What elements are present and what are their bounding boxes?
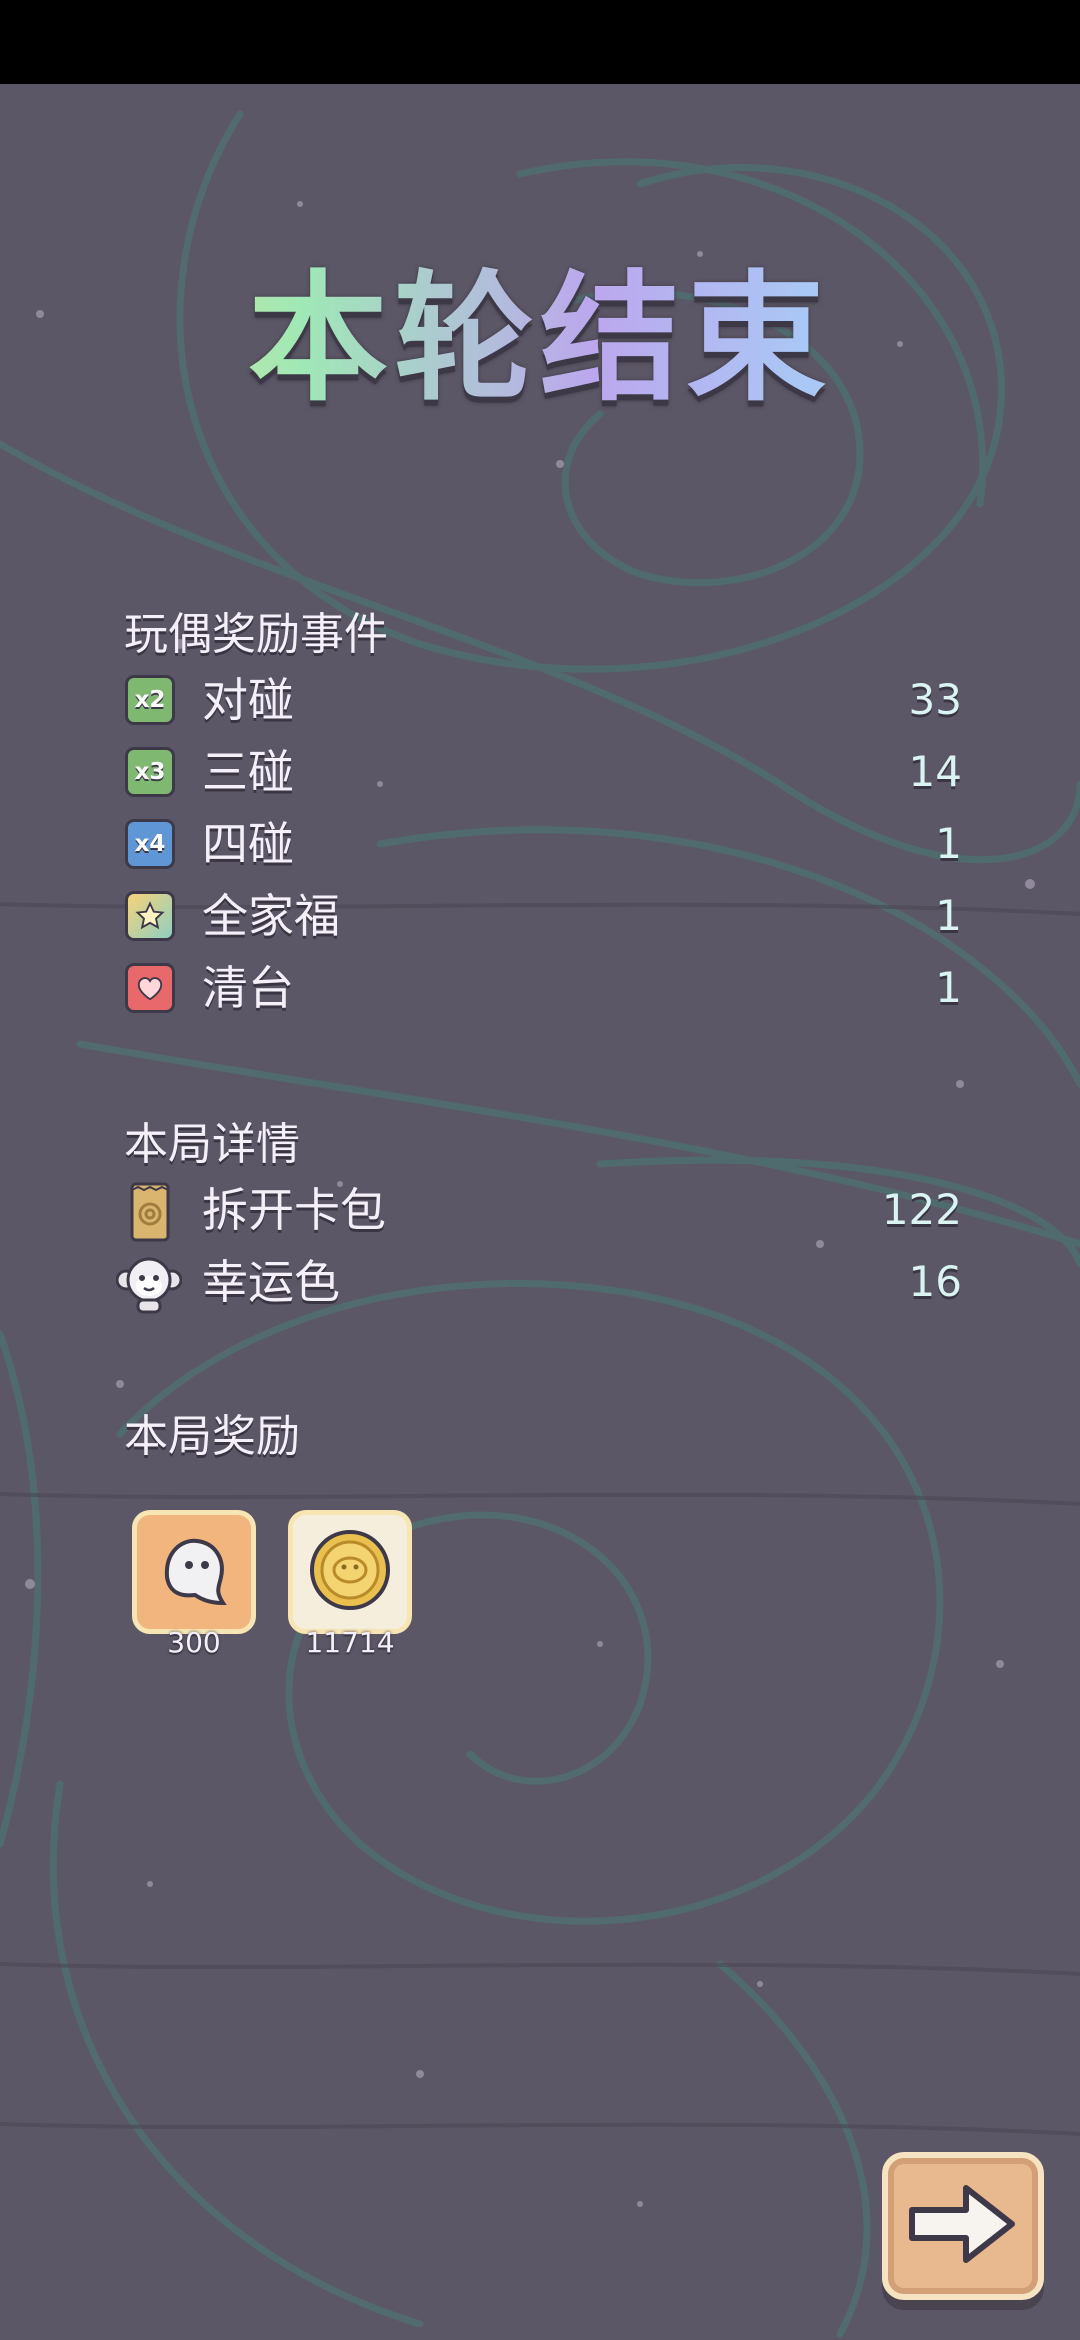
- gold-coin-icon: [310, 1530, 390, 1610]
- event-row-family: 全家福 1: [122, 884, 962, 948]
- round-rewards-heading: 本局奖励: [124, 1411, 300, 1462]
- detail-row-packs: 拆开卡包 122: [122, 1178, 962, 1242]
- event-value: 1: [935, 891, 962, 940]
- card-pack-icon: [122, 1182, 178, 1242]
- x4-badge-icon: x4: [122, 816, 178, 872]
- detail-value: 122: [881, 1185, 962, 1234]
- event-row-quad: x4 四碰 1: [122, 812, 962, 876]
- event-label: 四碰: [202, 817, 294, 871]
- detail-label: 幸运色: [202, 1255, 340, 1309]
- status-bar: [0, 0, 1080, 84]
- star-badge-icon: [122, 888, 178, 944]
- detail-value: 16: [908, 1257, 962, 1306]
- reward-gold-coin[interactable]: 11714: [288, 1510, 412, 1659]
- x2-badge-icon: x2: [122, 672, 178, 728]
- event-value: 14: [908, 747, 962, 796]
- round-end-title: 本轮结束: [0, 250, 1080, 430]
- event-value: 1: [935, 819, 962, 868]
- ghost-token-icon: [164, 1538, 227, 1606]
- doll-events-heading: 玩偶奖励事件: [124, 609, 388, 660]
- monkey-icon: [115, 1254, 183, 1314]
- x3-badge-icon: x3: [122, 744, 178, 800]
- reward-count: 300: [167, 1626, 221, 1659]
- event-row-clear: 清台 1: [122, 956, 962, 1020]
- event-label: 全家福: [202, 889, 340, 943]
- reward-ghost-token[interactable]: 300: [132, 1510, 256, 1659]
- event-value: 33: [908, 675, 962, 724]
- arrow-right-icon: [909, 2185, 1015, 2263]
- round-details-heading: 本局详情: [124, 1119, 300, 1170]
- reward-count: 11714: [305, 1626, 395, 1659]
- event-row-triple: x3 三碰 14: [122, 740, 962, 804]
- next-button[interactable]: [882, 2152, 1044, 2300]
- detail-label: 拆开卡包: [202, 1183, 386, 1237]
- event-label: 三碰: [202, 745, 294, 799]
- event-row-pair: x2 对碰 33: [122, 668, 962, 732]
- event-label: 对碰: [202, 673, 294, 727]
- heart-badge-icon: [122, 960, 178, 1016]
- event-value: 1: [935, 963, 962, 1012]
- event-label: 清台: [202, 961, 294, 1015]
- detail-row-lucky-color: 幸运色 16: [115, 1250, 962, 1314]
